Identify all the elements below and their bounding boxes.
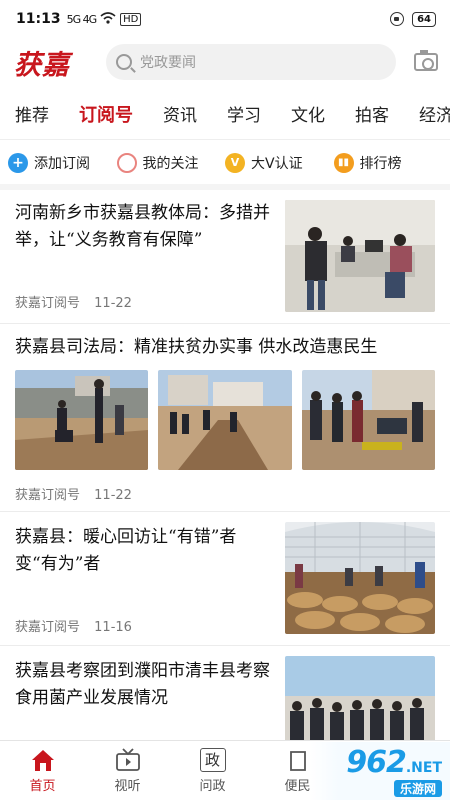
service-icon bbox=[285, 748, 311, 772]
search-input[interactable]: 党政要闻 bbox=[106, 44, 396, 80]
article-image[interactable] bbox=[285, 522, 435, 634]
wifi-icon bbox=[100, 11, 116, 27]
nav-gov[interactable]: 政 问政 bbox=[170, 741, 255, 800]
article-meta: 获嘉订阅号 11-22 bbox=[15, 484, 132, 503]
gov-glyph: 政 bbox=[204, 751, 220, 769]
article-title: 获嘉县考察团到濮阳市清丰县考察食用菌产业发展情况 bbox=[15, 661, 270, 708]
subscription-action[interactable]: V 大V认证 bbox=[225, 153, 334, 173]
rank-icon: ▮▮ bbox=[333, 153, 354, 173]
lock-icon bbox=[390, 12, 405, 26]
article-item[interactable]: 河南新乡市获嘉县教体局：多措并举，让“义务教育有保障” 获嘉订阅号 11-22 bbox=[0, 190, 450, 324]
plus-icon: + bbox=[8, 153, 28, 173]
signal-icon: 5G 4G bbox=[66, 12, 98, 26]
article-image[interactable] bbox=[285, 200, 435, 312]
status-time: 11:13 bbox=[16, 11, 61, 27]
battery-icon: 64 bbox=[412, 11, 436, 27]
follow-icon bbox=[116, 153, 137, 173]
article-title: 获嘉县司法局：精准扶贫办实事 供水改造惠民生 bbox=[15, 337, 378, 357]
tab-item[interactable]: 文化 bbox=[276, 101, 340, 126]
tab-item[interactable]: 订阅号 bbox=[64, 101, 148, 127]
action-label: 添加订阅 bbox=[34, 156, 90, 172]
article-image[interactable] bbox=[15, 370, 148, 470]
nav-video[interactable]: 视听 bbox=[85, 741, 170, 800]
category-tabs: 推荐 订阅号 资讯 学习 文化 拍客 经济 bbox=[0, 88, 450, 140]
article-source: 获嘉订阅号 bbox=[15, 296, 81, 311]
site-watermark: 962 .NET 乐游网 bbox=[310, 742, 450, 800]
tv-icon bbox=[115, 747, 141, 772]
home-icon bbox=[30, 748, 56, 772]
tab-item[interactable]: 资讯 bbox=[148, 101, 212, 126]
article-image[interactable] bbox=[302, 370, 435, 470]
nav-label: 首页 bbox=[29, 778, 56, 794]
article-image[interactable] bbox=[285, 656, 435, 746]
article-title: 获嘉县：暖心回访让“有错”者变“有为”者 bbox=[15, 527, 237, 574]
action-label: 排行榜 bbox=[359, 156, 402, 172]
camera-icon[interactable] bbox=[414, 50, 438, 71]
article-item[interactable]: 获嘉县考察团到濮阳市清丰县考察食用菌产业发展情况 bbox=[0, 646, 450, 746]
watermark-net: .NET bbox=[405, 760, 442, 776]
article-meta: 获嘉订阅号 11-22 bbox=[15, 292, 132, 311]
hd-icon: HD bbox=[120, 12, 142, 26]
watermark-site: 乐游网 bbox=[393, 780, 442, 797]
search-icon bbox=[116, 54, 132, 70]
article-meta: 获嘉订阅号 11-16 bbox=[15, 616, 132, 635]
search-placeholder: 党政要闻 bbox=[140, 55, 196, 71]
article-title: 河南新乡市获嘉县教体局：多措并举，让“义务教育有保障” bbox=[15, 203, 270, 250]
nav-label: 视听 bbox=[114, 778, 141, 794]
action-label: 大V认证 bbox=[251, 156, 303, 172]
tab-item[interactable]: 学习 bbox=[212, 101, 276, 126]
verify-icon: V bbox=[225, 153, 245, 173]
nav-label: 便民 bbox=[284, 778, 311, 794]
article-date: 11-22 bbox=[94, 488, 132, 503]
status-bar: 11:13 5G 4G HD 64 bbox=[0, 0, 450, 38]
article-source: 获嘉订阅号 bbox=[15, 488, 81, 503]
tab-item[interactable]: 经济 bbox=[404, 101, 450, 126]
app-header: 获嘉 党政要闻 bbox=[0, 38, 450, 86]
action-label: 我的关注 bbox=[142, 156, 199, 172]
gov-icon: 政 bbox=[199, 747, 226, 772]
tab-item[interactable]: 推荐 bbox=[0, 101, 64, 126]
article-item[interactable]: 获嘉县司法局：精准扶贫办实事 供水改造惠民生 获嘉订阅号 11-22 bbox=[0, 324, 450, 512]
app-logo[interactable]: 获嘉 bbox=[14, 43, 106, 82]
subscription-actions: + 添加订阅 我的关注 V 大V认证 ▮▮ 排行榜 bbox=[0, 142, 450, 190]
nav-home[interactable]: 首页 bbox=[0, 741, 85, 800]
subscription-action[interactable]: + 添加订阅 bbox=[8, 153, 117, 173]
tab-item[interactable]: 拍客 bbox=[340, 101, 404, 126]
article-date: 11-16 bbox=[94, 620, 132, 635]
subscription-action[interactable]: ▮▮ 排行榜 bbox=[333, 153, 443, 173]
nav-label: 问政 bbox=[199, 778, 226, 794]
article-source: 获嘉订阅号 bbox=[15, 620, 81, 635]
article-image[interactable] bbox=[158, 370, 292, 470]
subscription-action[interactable]: 我的关注 bbox=[116, 153, 226, 173]
article-date: 11-22 bbox=[94, 296, 132, 311]
watermark-logo: 962 bbox=[346, 745, 407, 780]
article-item[interactable]: 获嘉县：暖心回访让“有错”者变“有为”者 获嘉订阅号 11-16 bbox=[0, 512, 450, 646]
